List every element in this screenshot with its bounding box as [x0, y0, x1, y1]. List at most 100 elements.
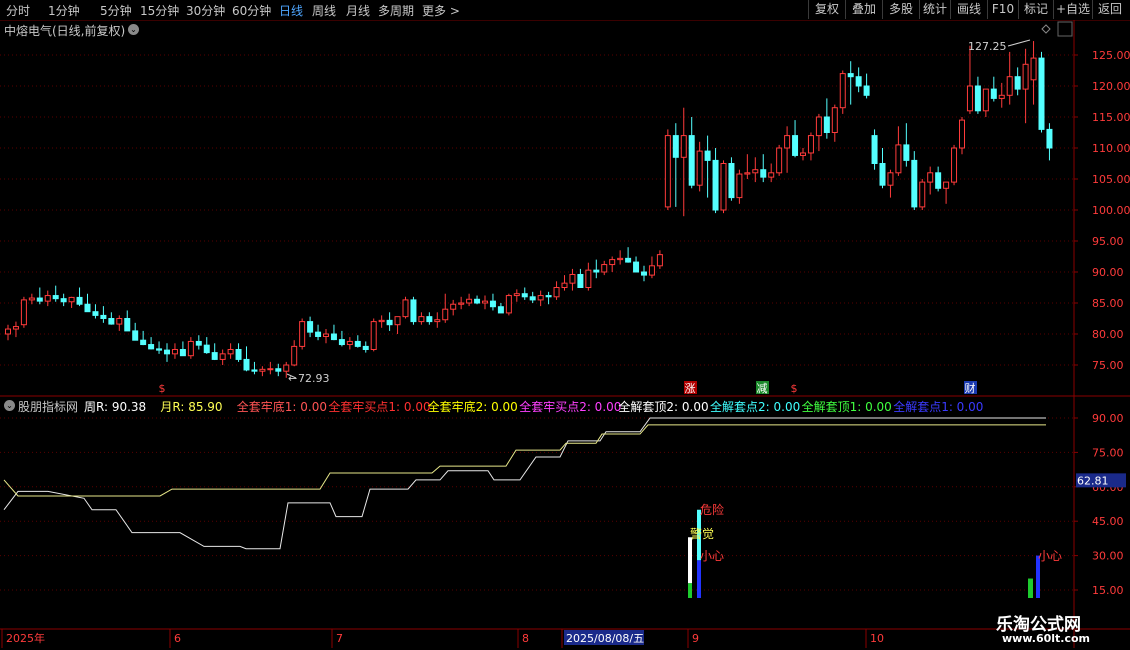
candle-body[interactable]	[927, 172, 934, 183]
candle-body[interactable]	[672, 135, 679, 158]
diamond-icon[interactable]	[1041, 24, 1051, 34]
candle-body[interactable]	[823, 116, 830, 133]
candle-body[interactable]	[648, 265, 655, 276]
candle-body[interactable]	[219, 353, 226, 360]
candle-body[interactable]	[426, 316, 433, 323]
candle-body[interactable]	[187, 340, 194, 357]
candle-body[interactable]	[36, 297, 43, 302]
candle-body[interactable]	[943, 181, 950, 189]
candle-body[interactable]	[497, 306, 504, 314]
candle-body[interactable]	[871, 135, 878, 165]
candle-body[interactable]	[887, 172, 894, 186]
candle-body[interactable]	[959, 119, 965, 149]
candle-body[interactable]	[1006, 76, 1013, 96]
candle-body[interactable]	[450, 303, 457, 310]
candle-body[interactable]	[124, 318, 131, 332]
candle-body[interactable]	[656, 254, 663, 267]
candle-body[interactable]	[935, 172, 942, 189]
candle-body[interactable]	[108, 318, 115, 325]
candle-body[interactable]	[855, 76, 862, 87]
candle-body[interactable]	[386, 319, 393, 326]
candle-body[interactable]	[291, 345, 298, 366]
candle-body[interactable]	[720, 163, 727, 211]
candle-body[interactable]	[951, 147, 958, 183]
candle-body[interactable]	[418, 316, 425, 323]
candle-body[interactable]	[402, 299, 409, 318]
candle-body[interactable]	[1030, 57, 1037, 81]
candle-body[interactable]	[12, 326, 19, 330]
candle-body[interactable]	[44, 295, 51, 302]
candle-body[interactable]	[784, 135, 791, 149]
candle-body[interactable]	[148, 344, 155, 350]
candle-body[interactable]	[275, 368, 282, 372]
candle-body[interactable]	[815, 116, 822, 137]
candle-body[interactable]	[1046, 128, 1053, 149]
candle-body[interactable]	[617, 257, 624, 261]
candle-body[interactable]	[203, 344, 210, 354]
candle-body[interactable]	[601, 264, 608, 273]
candle-body[interactable]	[235, 349, 242, 360]
candle-body[interactable]	[1038, 57, 1045, 130]
candle-body[interactable]	[362, 345, 369, 350]
candle-body[interactable]	[982, 88, 989, 112]
indicator-menu-icon[interactable]: ⌄	[4, 400, 15, 411]
candle-body[interactable]	[259, 368, 266, 372]
candle-body[interactable]	[585, 269, 592, 289]
candle-body[interactable]	[330, 333, 337, 341]
candle-body[interactable]	[227, 349, 234, 355]
candle-body[interactable]	[633, 261, 640, 273]
candle-body[interactable]	[195, 340, 202, 346]
candle-body[interactable]	[728, 163, 735, 199]
candle-body[interactable]	[68, 296, 75, 303]
candle-body[interactable]	[974, 85, 981, 112]
candle-body[interactable]	[489, 300, 496, 308]
candle-body[interactable]	[76, 296, 83, 305]
candle-body[interactable]	[895, 144, 902, 174]
candle-body[interactable]	[505, 295, 512, 314]
candle-body[interactable]	[712, 159, 719, 211]
candle-body[interactable]	[354, 340, 361, 347]
candle-body[interactable]	[561, 282, 568, 289]
candle-body[interactable]	[513, 293, 520, 297]
candle-body[interactable]	[466, 298, 473, 304]
candle-body[interactable]	[251, 369, 258, 372]
candle-body[interactable]	[696, 150, 703, 186]
candle-body[interactable]	[537, 295, 544, 301]
candle-body[interactable]	[100, 314, 107, 319]
candle-body[interactable]	[863, 85, 870, 96]
candle-body[interactable]	[20, 299, 27, 326]
candle-body[interactable]	[394, 316, 401, 326]
candle-body[interactable]	[911, 159, 918, 208]
candle-body[interactable]	[776, 147, 783, 174]
candle-body[interactable]	[283, 364, 290, 372]
candle-body[interactable]	[744, 172, 751, 175]
candle-body[interactable]	[569, 273, 576, 284]
candle-body[interactable]	[847, 73, 854, 78]
candle-body[interactable]	[990, 88, 997, 99]
candle-body[interactable]	[792, 135, 799, 156]
candle-body[interactable]	[370, 321, 377, 351]
candle-body[interactable]	[641, 271, 647, 276]
candle-body[interactable]	[243, 358, 250, 371]
candle-body[interactable]	[1014, 76, 1021, 90]
candle-body[interactable]	[609, 259, 616, 266]
candle-body[interactable]	[323, 333, 329, 337]
candle-body[interactable]	[116, 318, 123, 325]
candle-body[interactable]	[84, 303, 91, 313]
candle-body[interactable]	[998, 94, 1005, 99]
candle-body[interactable]	[474, 298, 481, 304]
candle-body[interactable]	[140, 339, 147, 346]
candle-body[interactable]	[664, 135, 671, 208]
candle-body[interactable]	[410, 299, 417, 323]
candle-body[interactable]	[267, 368, 274, 371]
candle-body[interactable]	[839, 73, 846, 109]
candle-body[interactable]	[625, 257, 632, 263]
candle-body[interactable]	[688, 135, 695, 186]
candle-body[interactable]	[807, 135, 814, 154]
candle-body[interactable]	[752, 169, 759, 174]
candle-body[interactable]	[299, 321, 306, 347]
candle-body[interactable]	[164, 349, 170, 355]
window-toggle-icon[interactable]	[1057, 21, 1073, 37]
candle-body[interactable]	[482, 300, 488, 304]
candle-body[interactable]	[171, 349, 178, 355]
